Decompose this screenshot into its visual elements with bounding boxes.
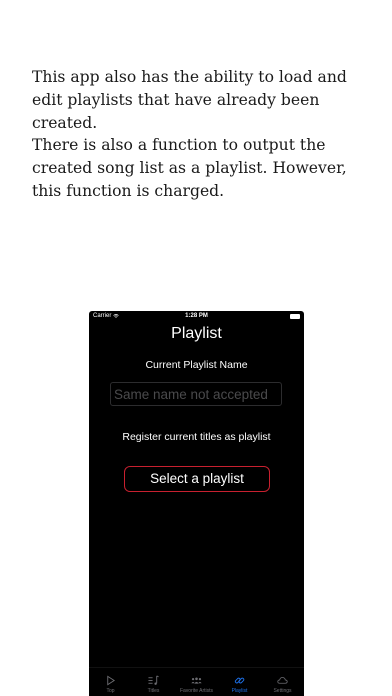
phone-screen: Carrier 1:28 PM Playlist Current Playlis…	[89, 311, 304, 696]
cloud-icon	[277, 677, 288, 684]
status-bar: Carrier 1:28 PM	[89, 311, 304, 323]
tab-bar: Top Titles Favorite Artists Playlist Set…	[89, 667, 304, 696]
tab-playlist-label: Playlist	[231, 688, 248, 694]
current-playlist-name-label: Current Playlist Name	[145, 359, 248, 371]
people-icon	[191, 677, 202, 684]
tab-favorite-artists-label: Favorite Artists	[179, 688, 214, 694]
description-paragraph-2: There is also a function to output the c…	[32, 136, 347, 200]
music-list-icon	[148, 675, 159, 685]
tab-playlist[interactable]: Playlist	[218, 668, 261, 696]
link-icon	[234, 677, 245, 684]
tab-favorite-artists[interactable]: Favorite Artists	[175, 668, 218, 696]
register-titles-label: Register current titles as playlist	[122, 431, 271, 443]
playlist-name-input[interactable]	[110, 382, 282, 406]
status-time: 1:28 PM	[185, 313, 208, 319]
description-paragraph-1: This app also has the ability to load an…	[32, 68, 347, 132]
tab-titles[interactable]: Titles	[132, 668, 175, 696]
battery-icon	[290, 314, 300, 319]
play-icon	[107, 675, 116, 686]
select-playlist-button[interactable]: Select a playlist	[124, 466, 270, 492]
tab-titles-label: Titles	[147, 688, 160, 694]
tab-settings-label: Settings	[273, 688, 292, 694]
tab-settings[interactable]: Settings	[261, 668, 304, 696]
tab-top-label: Top	[106, 688, 115, 694]
tab-top[interactable]: Top	[89, 668, 132, 696]
page-title: Playlist	[171, 325, 222, 342]
